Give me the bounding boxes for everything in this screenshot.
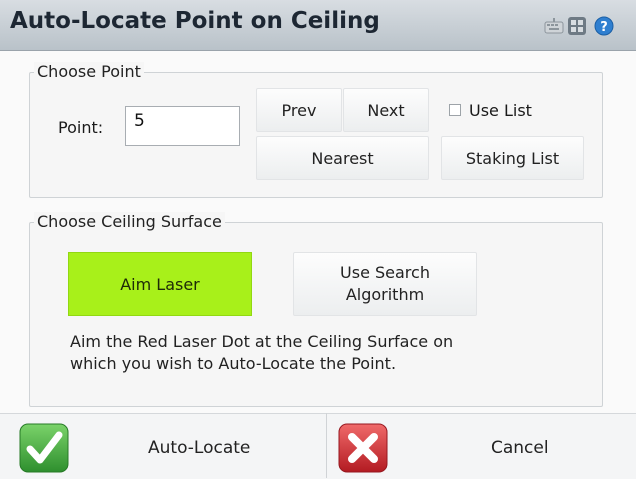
use-search-algorithm-label-line1: Use Search	[340, 263, 430, 282]
instruction-text: Aim the Red Laser Dot at the Ceiling Sur…	[70, 331, 570, 375]
nearest-button[interactable]: Nearest	[256, 136, 429, 180]
point-input[interactable]: 5	[125, 106, 240, 146]
dialog-title: Auto-Locate Point on Ceiling	[10, 8, 380, 34]
svg-text:?: ?	[600, 20, 608, 35]
point-label: Point:	[58, 118, 104, 137]
next-button-label: Next	[367, 100, 405, 120]
title-bar: Auto-Locate Point on Ceiling ?	[0, 0, 636, 51]
instruction-line-2: which you wish to Auto-Locate the Point.	[70, 354, 397, 373]
use-list-label[interactable]: Use List	[469, 101, 532, 120]
help-icon[interactable]: ?	[594, 16, 614, 36]
prev-button[interactable]: Prev	[256, 88, 342, 132]
checkmark-icon	[19, 423, 69, 473]
use-list-checkbox[interactable]	[449, 104, 461, 116]
nearest-button-label: Nearest	[311, 148, 374, 168]
auto-locate-dialog: Auto-Locate Point on Ceiling ? Choose Po…	[0, 0, 636, 479]
staking-list-button[interactable]: Staking List	[441, 136, 584, 180]
choose-ceiling-surface-label: Choose Ceiling Surface	[34, 212, 225, 231]
cancel-button[interactable]: Cancel	[327, 414, 636, 478]
use-search-algorithm-label-line2: Algorithm	[345, 285, 425, 304]
cancel-label: Cancel	[491, 438, 549, 458]
auto-locate-label: Auto-Locate	[148, 438, 251, 458]
next-button[interactable]: Next	[343, 88, 429, 132]
aim-laser-button-label: Aim Laser	[120, 274, 200, 294]
staking-list-button-label: Staking List	[465, 148, 560, 168]
cancel-x-icon	[338, 423, 388, 473]
keyboard-icon[interactable]	[544, 16, 564, 36]
use-search-algorithm-button[interactable]: Use Search Algorithm	[293, 252, 477, 316]
choose-point-label: Choose Point	[34, 62, 144, 81]
grid-icon[interactable]	[567, 16, 587, 36]
prev-button-label: Prev	[281, 100, 317, 120]
aim-laser-button[interactable]: Aim Laser	[68, 252, 252, 316]
instruction-line-1: Aim the Red Laser Dot at the Ceiling Sur…	[70, 332, 454, 351]
auto-locate-button[interactable]: Auto-Locate	[0, 414, 326, 478]
